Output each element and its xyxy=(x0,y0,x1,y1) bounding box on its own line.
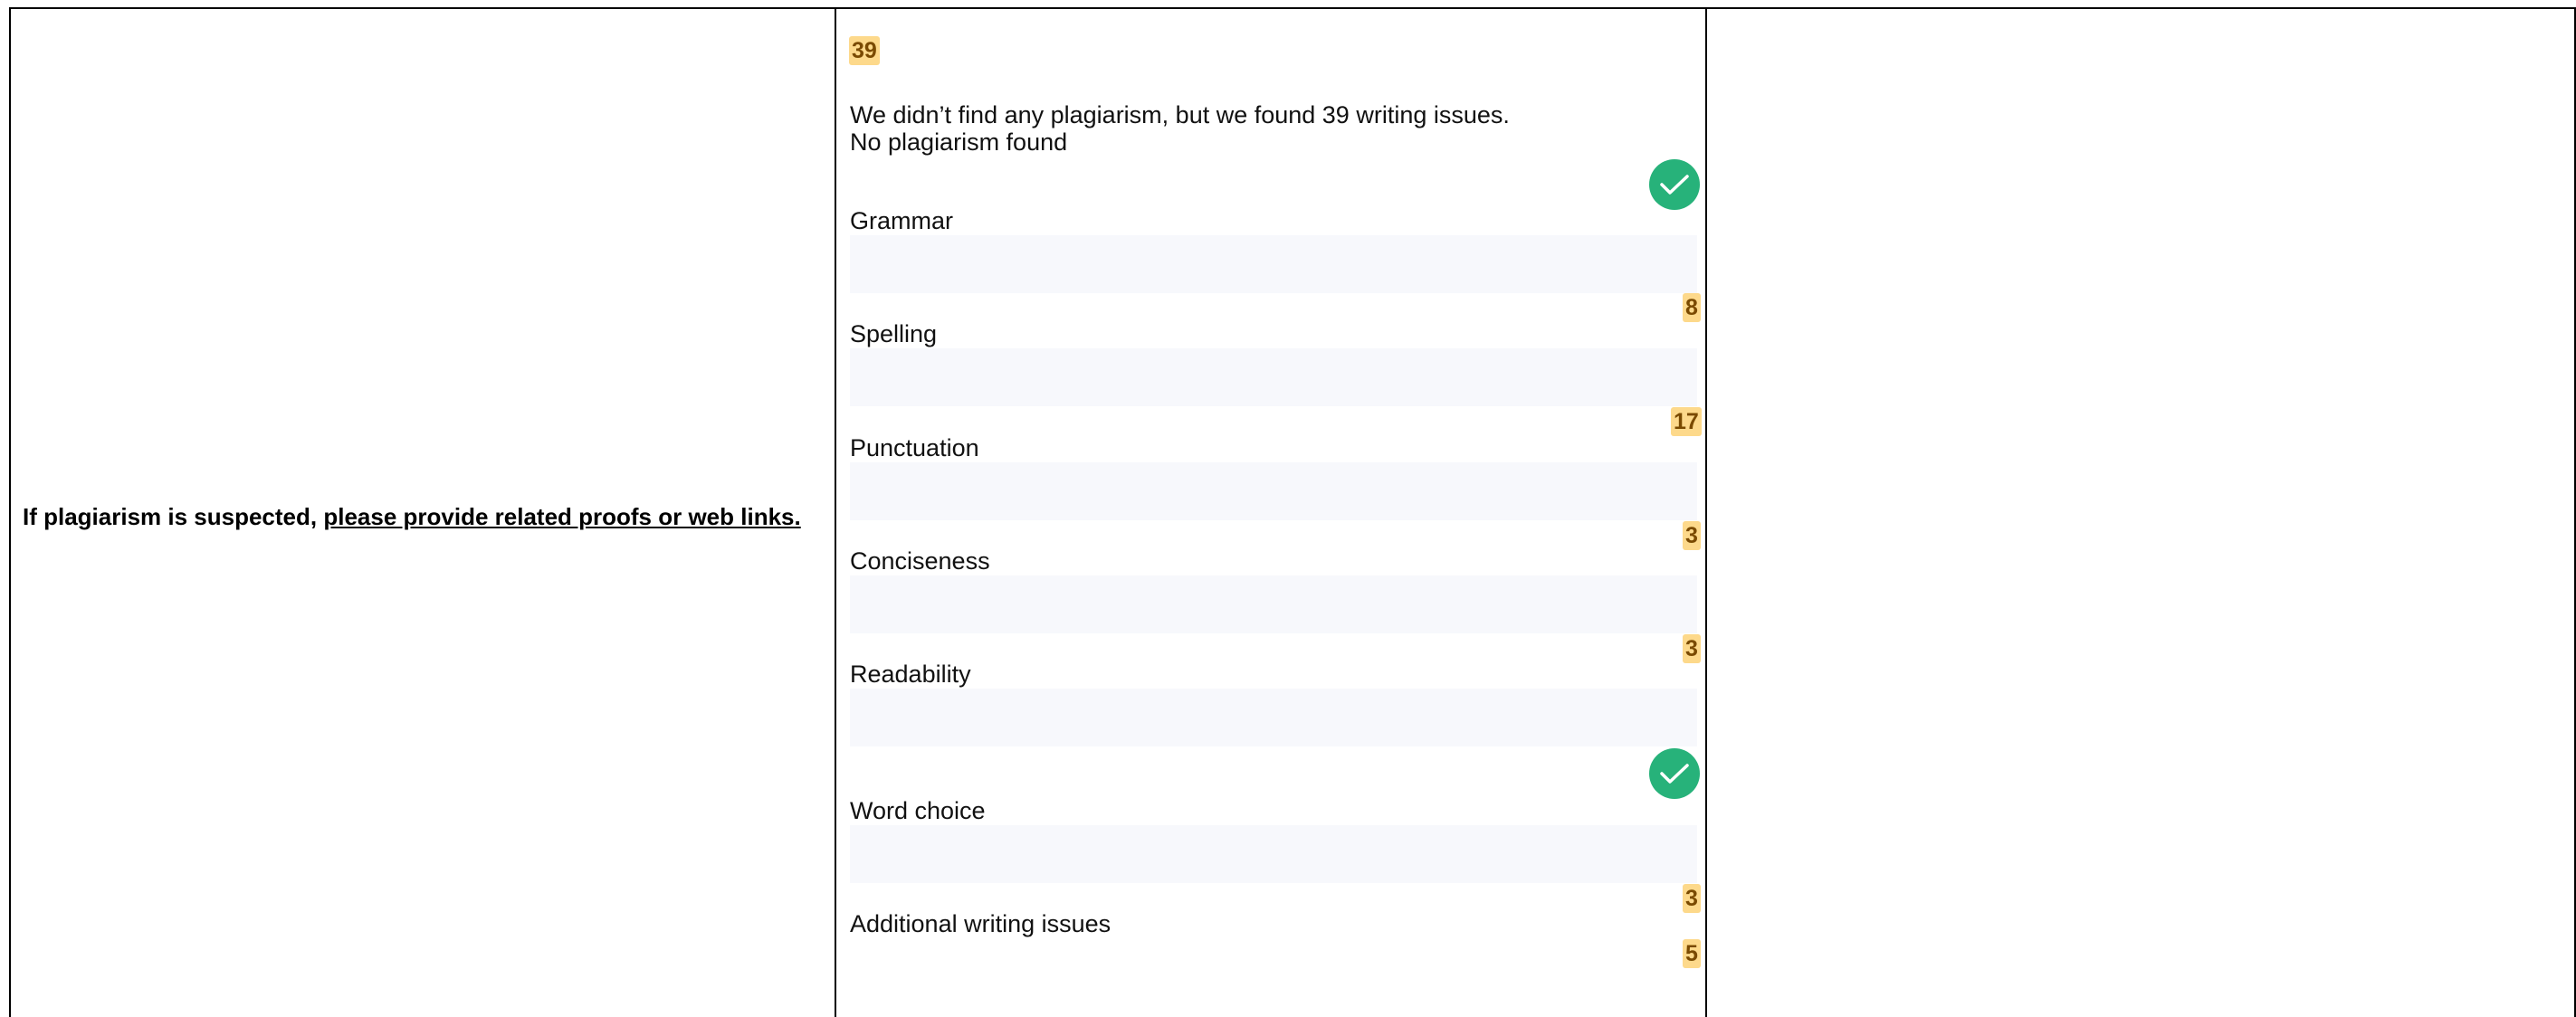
category-bar-punctuation[interactable] xyxy=(850,462,1697,520)
report-summary: We didn’t find any plagiarism, but we fo… xyxy=(850,101,1510,128)
suspect-text: If plagiarism is suspected, xyxy=(23,503,324,530)
category-bar-readability[interactable] xyxy=(850,689,1697,746)
category-label-grammar: Grammar xyxy=(850,207,953,234)
left-cell: If plagiarism is suspected, please provi… xyxy=(11,9,836,1017)
report-cell: 39 We didn’t find any plagiarism, but we… xyxy=(836,9,1707,1017)
plagiarism-status: No plagiarism found xyxy=(850,128,1068,156)
category-label-punctuation: Punctuation xyxy=(850,434,979,461)
category-count-punctuation: 3 xyxy=(1683,521,1701,550)
category-count-word-choice: 3 xyxy=(1683,884,1701,913)
category-bar-grammar[interactable] xyxy=(850,235,1697,293)
category-label-spelling: Spelling xyxy=(850,320,938,347)
check-circle-icon xyxy=(1649,159,1700,210)
category-label-readability: Readability xyxy=(850,661,971,688)
total-issues-badge: 39 xyxy=(849,36,880,65)
category-label-additional-issues: Additional writing issues xyxy=(850,910,1111,937)
category-bar-spelling[interactable] xyxy=(850,348,1697,406)
category-bar-conciseness[interactable] xyxy=(850,575,1697,633)
check-circle-icon xyxy=(1649,748,1700,799)
category-count-grammar: 8 xyxy=(1683,293,1701,322)
category-count-spelling: 17 xyxy=(1671,407,1702,436)
category-label-word-choice: Word choice xyxy=(850,797,986,824)
provide-proofs-link[interactable]: please provide related proofs or web lin… xyxy=(323,503,800,530)
report-table: If plagiarism is suspected, please provi… xyxy=(9,7,2576,1017)
category-bar-word-choice[interactable] xyxy=(850,825,1697,883)
category-count-conciseness: 3 xyxy=(1683,634,1701,663)
category-count-additional-issues: 5 xyxy=(1683,939,1701,968)
category-label-conciseness: Conciseness xyxy=(850,547,990,575)
empty-right-cell xyxy=(1707,9,2574,1017)
plagiarism-suspected-note: If plagiarism is suspected, please provi… xyxy=(23,503,801,531)
